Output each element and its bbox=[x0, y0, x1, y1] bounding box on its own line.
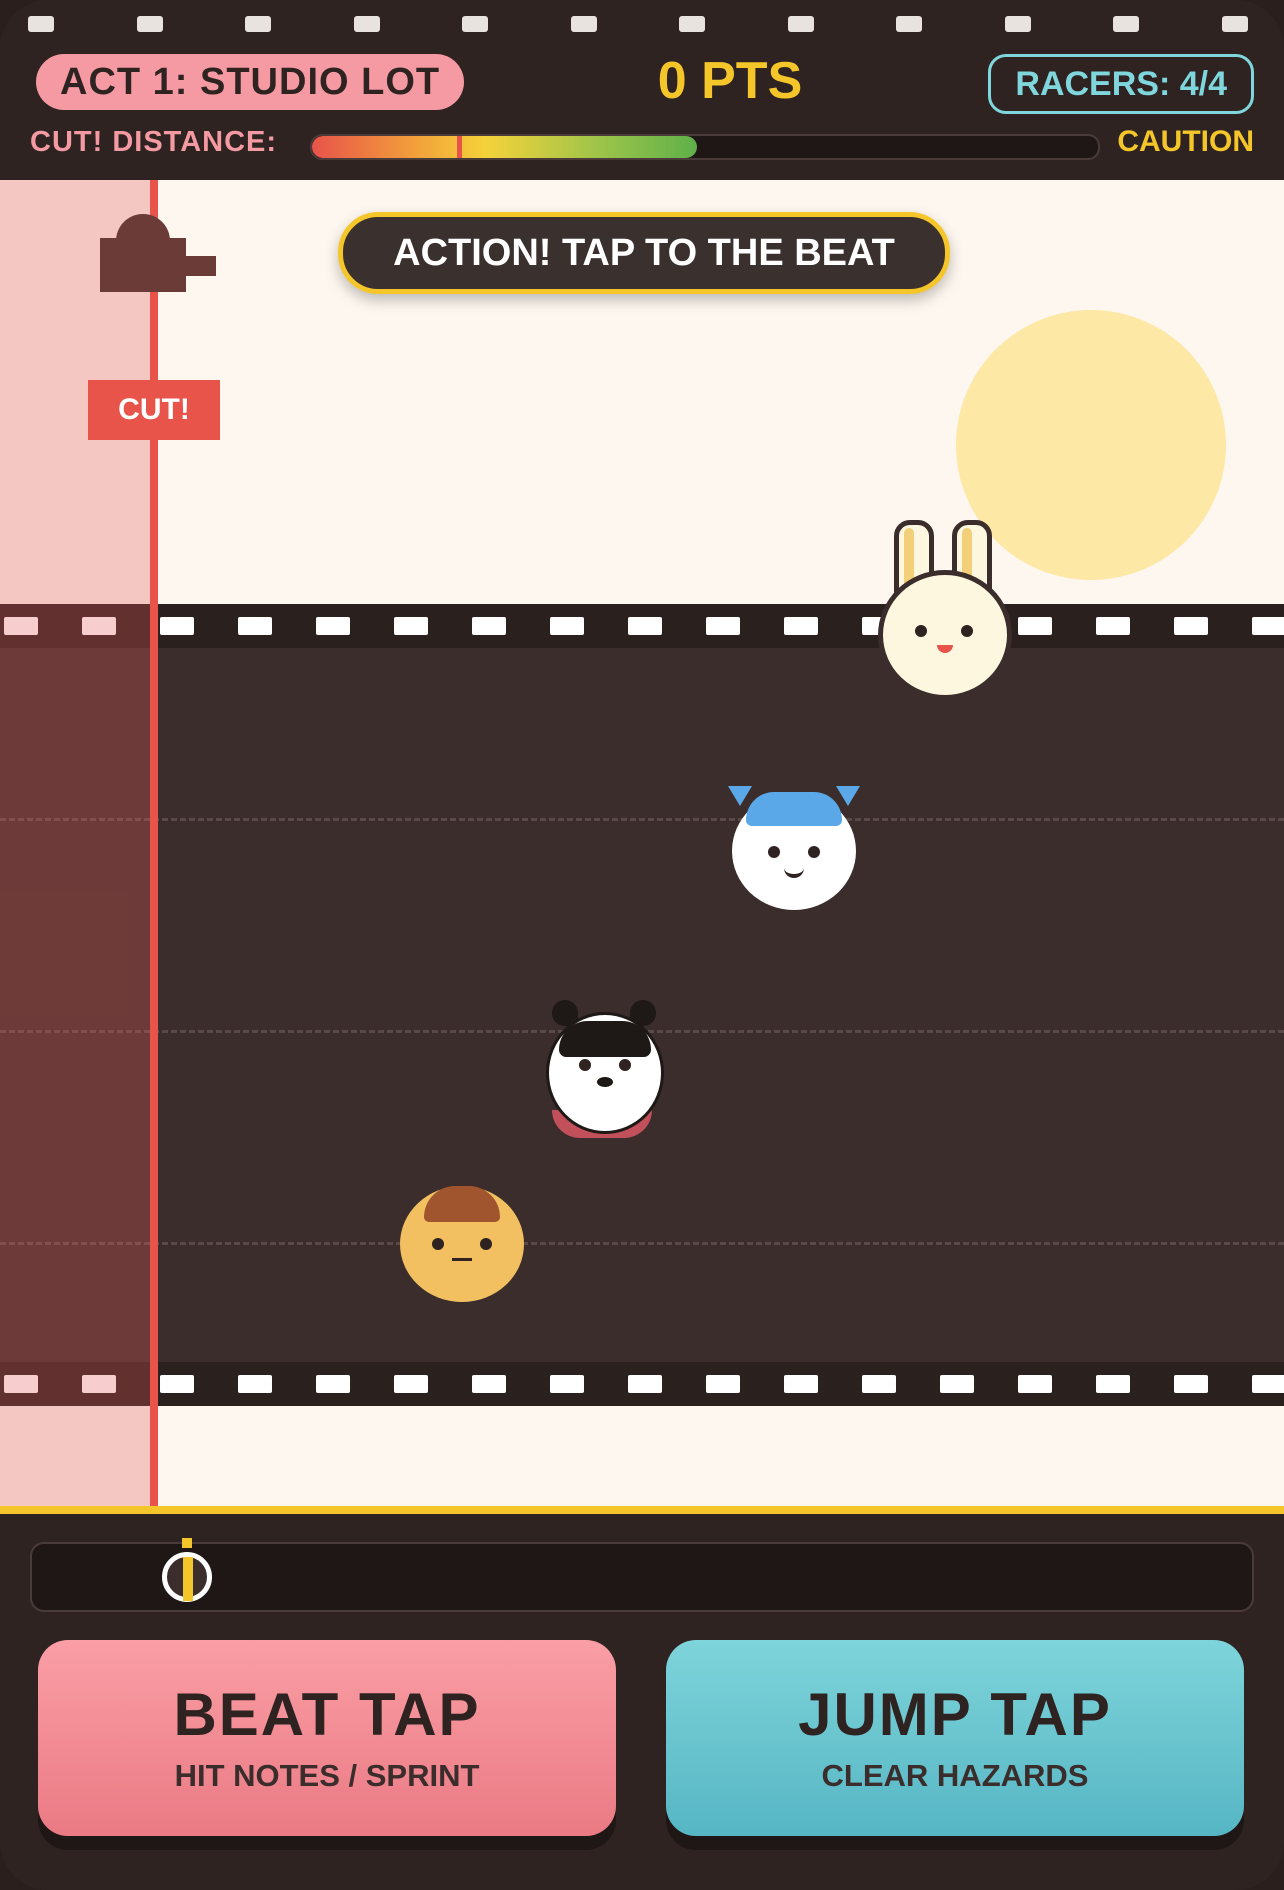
film-hole bbox=[316, 617, 350, 635]
film-hole bbox=[940, 1375, 974, 1393]
film-hole bbox=[862, 1375, 896, 1393]
husky-face bbox=[546, 1012, 664, 1134]
film-perforation bbox=[462, 16, 488, 32]
film-hole bbox=[784, 1375, 818, 1393]
film-rail-top bbox=[0, 604, 1284, 648]
bunny-racer bbox=[878, 520, 1018, 720]
eye bbox=[619, 1059, 631, 1071]
eye bbox=[432, 1238, 444, 1250]
film-perforation bbox=[570, 16, 597, 32]
film-hole bbox=[550, 1375, 584, 1393]
beat-timeline bbox=[30, 1538, 1254, 1612]
film-hole bbox=[706, 617, 740, 635]
film-hole bbox=[394, 1375, 428, 1393]
cut-distance-label: CUT! DISTANCE: bbox=[30, 126, 278, 158]
film-hole bbox=[238, 617, 272, 635]
lane-divider bbox=[0, 1242, 1284, 1245]
film-hole bbox=[628, 617, 662, 635]
film-hole bbox=[1252, 1375, 1284, 1393]
bunny-face bbox=[878, 570, 1012, 700]
film-hole bbox=[1018, 1375, 1052, 1393]
orange-hair-racer bbox=[400, 1186, 526, 1306]
blue-hat bbox=[746, 792, 842, 826]
beat-tap-button[interactable]: BEAT TAP HIT NOTES / SPRINT bbox=[38, 1640, 616, 1836]
film-perforation bbox=[1221, 16, 1248, 32]
hair bbox=[424, 1186, 500, 1222]
film-hole bbox=[1174, 617, 1208, 635]
film-track bbox=[0, 604, 1284, 1382]
film-hole bbox=[316, 1375, 350, 1393]
eye bbox=[961, 625, 973, 637]
film-hole bbox=[160, 617, 194, 635]
film-hole bbox=[160, 1375, 194, 1393]
lane-divider bbox=[0, 818, 1284, 821]
film-hole bbox=[550, 617, 584, 635]
husky-racer bbox=[546, 1000, 666, 1150]
film-perforation bbox=[1004, 16, 1031, 32]
jump-tap-sub: CLEAR HAZARDS bbox=[821, 1758, 1089, 1793]
film-hole bbox=[238, 1375, 272, 1393]
film-hole bbox=[628, 1375, 662, 1393]
film-hole bbox=[1018, 617, 1052, 635]
film-perforation bbox=[245, 16, 271, 32]
film-perforation bbox=[28, 16, 54, 32]
jump-tap-button[interactable]: JUMP TAP CLEAR HAZARDS bbox=[666, 1640, 1244, 1836]
film-perforation bbox=[679, 16, 705, 32]
eye bbox=[915, 625, 927, 637]
beat-note-core bbox=[183, 1557, 193, 1601]
mouth bbox=[784, 864, 804, 878]
film-perforations bbox=[0, 16, 1284, 34]
blue-hat-face bbox=[732, 792, 856, 910]
orange-hair-face bbox=[400, 1186, 524, 1302]
mouth bbox=[937, 645, 953, 653]
controls-panel: BEAT TAP HIT NOTES / SPRINT JUMP TAP CLE… bbox=[0, 1514, 1284, 1890]
film-perforation bbox=[787, 16, 814, 32]
stage-divider bbox=[0, 1506, 1284, 1514]
race-stage: ACTION! TAP TO THE BEAT CUT! bbox=[0, 180, 1284, 1510]
eye bbox=[768, 846, 780, 858]
action-banner: ACTION! TAP TO THE BEAT bbox=[338, 212, 950, 294]
husky-nose bbox=[597, 1077, 613, 1087]
film-hole bbox=[784, 617, 818, 635]
cut-sign: CUT! bbox=[88, 380, 220, 440]
cut-distance-meter bbox=[310, 134, 1100, 160]
game-frame: ACT 1: STUDIO LOT 0 PTS RACERS: 4/4 CUT!… bbox=[0, 0, 1284, 1890]
eye bbox=[579, 1059, 591, 1071]
film-hole bbox=[472, 1375, 506, 1393]
film-hole bbox=[394, 617, 428, 635]
mouth bbox=[452, 1258, 472, 1261]
film-perforation bbox=[1113, 16, 1139, 32]
husky-mask bbox=[559, 1021, 651, 1057]
film-perforation bbox=[896, 16, 922, 32]
eye bbox=[480, 1238, 492, 1250]
eye bbox=[808, 846, 820, 858]
cut-distance-fill bbox=[312, 136, 698, 158]
racers-count: RACERS: 4/4 bbox=[988, 54, 1254, 114]
beat-note bbox=[162, 1552, 212, 1602]
beat-tap-label: BEAT TAP bbox=[173, 1681, 481, 1748]
hat-point bbox=[728, 786, 752, 806]
cut-distance-marker bbox=[457, 136, 463, 158]
status-label: CAUTION bbox=[1117, 125, 1254, 158]
film-hole bbox=[706, 1375, 740, 1393]
top-hud: ACT 1: STUDIO LOT 0 PTS RACERS: 4/4 CUT!… bbox=[0, 0, 1284, 180]
jump-tap-label: JUMP TAP bbox=[798, 1681, 1112, 1748]
film-hole bbox=[1096, 1375, 1130, 1393]
film-hole bbox=[1174, 1375, 1208, 1393]
hat-point bbox=[836, 786, 860, 806]
film-perforation bbox=[136, 16, 163, 32]
film-hole bbox=[1096, 617, 1130, 635]
blue-hat-racer bbox=[728, 786, 860, 916]
film-hole bbox=[472, 617, 506, 635]
beat-tap-sub: HIT NOTES / SPRINT bbox=[174, 1758, 480, 1793]
beat-hit-marker bbox=[182, 1538, 192, 1548]
film-perforation bbox=[353, 16, 380, 32]
film-hole bbox=[1252, 617, 1284, 635]
film-rail-bottom bbox=[0, 1362, 1284, 1406]
